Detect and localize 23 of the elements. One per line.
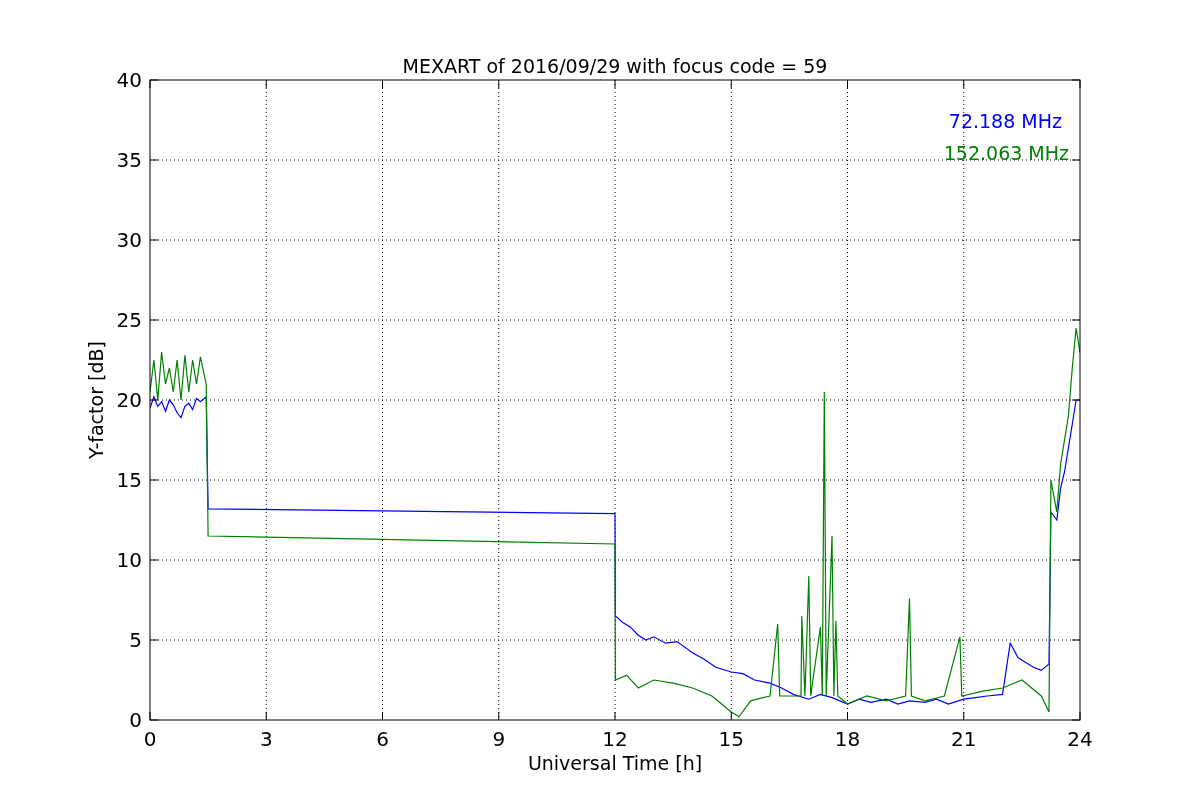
x-tick-label: 0: [143, 727, 157, 751]
x-tick-label: 12: [602, 727, 628, 751]
y-tick-label: 15: [116, 468, 142, 492]
y-axis-label: Y-factor [dB]: [85, 341, 107, 459]
x-tick-label: 9: [492, 727, 506, 751]
legend-label: 72.188 MHz: [948, 110, 1062, 132]
x-tick-label: 18: [834, 727, 861, 751]
x-tick-label: 21: [951, 727, 977, 751]
y-tick-label: 0: [129, 708, 142, 732]
y-tick-label: 25: [116, 308, 142, 332]
y-tick-label: 35: [116, 148, 142, 172]
x-tick-label: 15: [718, 727, 744, 751]
y-tick-label: 10: [116, 548, 142, 572]
x-tick-label: 6: [376, 727, 389, 751]
y-tick-label: 5: [129, 628, 142, 652]
y-tick-label: 20: [116, 388, 142, 412]
legend-label: 152.063 MHz: [943, 142, 1069, 164]
y-tick-label: 40: [116, 68, 142, 92]
x-tick-label: 24: [1067, 727, 1093, 751]
x-axis-label: Universal Time [h]: [527, 752, 703, 774]
y-tick-label: 30: [116, 228, 142, 252]
chart-title: MEXART of 2016/09/29 with focus code = 59: [402, 55, 828, 77]
x-tick-label: 3: [259, 727, 273, 751]
